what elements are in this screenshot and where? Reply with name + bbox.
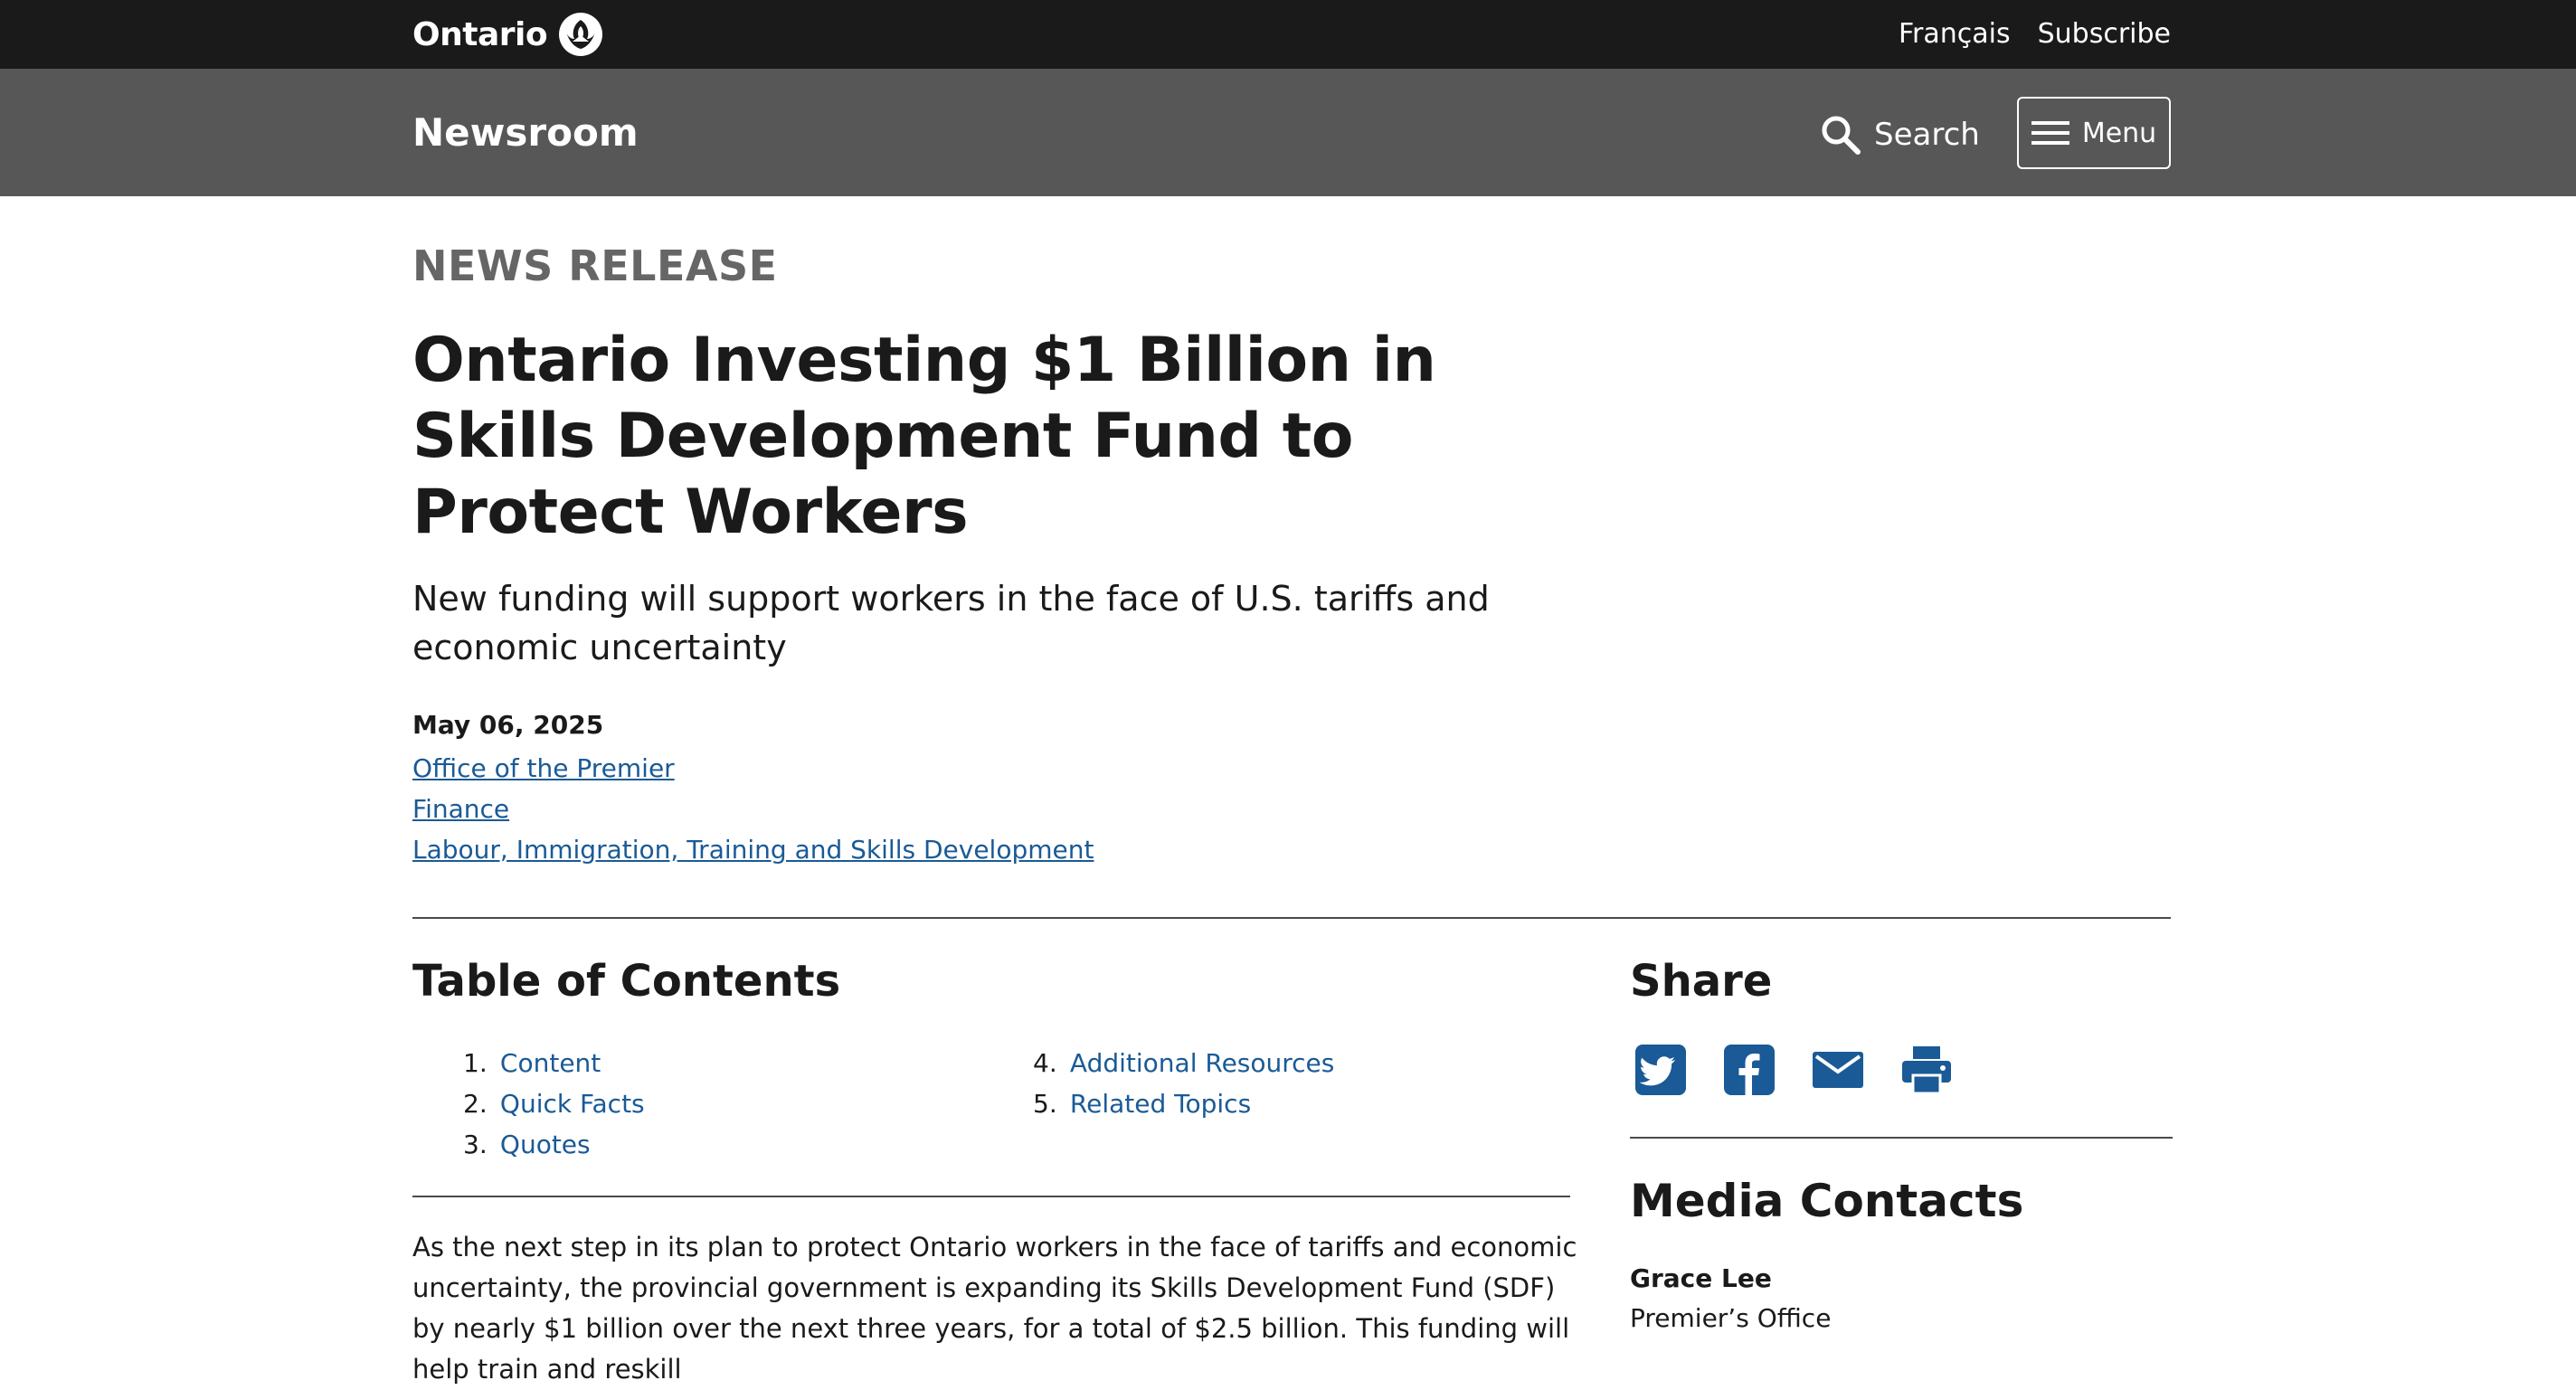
email-icon[interactable] xyxy=(1811,1043,1865,1097)
toc-heading: Table of Contents xyxy=(412,956,841,1007)
toc-item: 2. Quick Facts xyxy=(463,1083,645,1124)
contact-office: Premier’s Office xyxy=(1630,1303,1832,1333)
toc-number: 4. xyxy=(1033,1048,1057,1078)
search-label: Search xyxy=(1874,117,1980,153)
trillium-icon xyxy=(559,13,603,56)
toc-number: 5. xyxy=(1033,1089,1057,1119)
subscribe-link[interactable]: Subscribe xyxy=(2038,14,2171,54)
toc-number: 3. xyxy=(463,1130,488,1159)
newsroom-bar: Newsroom Search Menu xyxy=(0,69,2576,196)
toc-item: 5. Related Topics xyxy=(1033,1083,1334,1124)
article-body: As the next step in its plan to protect … xyxy=(412,1232,1577,1385)
media-contacts-heading: Media Contacts xyxy=(1630,1175,2024,1227)
hamburger-icon xyxy=(2031,121,2069,145)
newsroom-title[interactable]: Newsroom xyxy=(412,110,639,155)
toc-link-related-topics[interactable]: Related Topics xyxy=(1070,1089,1251,1119)
menu-label: Menu xyxy=(2081,117,2157,149)
search-button[interactable]: Search xyxy=(1820,110,1980,159)
toc-item: 1. Content xyxy=(463,1043,645,1083)
ministry-link-finance[interactable]: Finance xyxy=(412,789,1094,829)
contact-name: Grace Lee xyxy=(1630,1263,1772,1293)
page-title: Ontario Investing $1 Billion in Skills D… xyxy=(412,325,1436,548)
news-release-label: NEWS RELEASE xyxy=(412,241,778,290)
divider xyxy=(412,1196,1570,1197)
ministry-link-premier[interactable]: Office of the Premier xyxy=(412,748,1094,789)
print-icon[interactable] xyxy=(1899,1043,1954,1097)
page-subtitle: New funding will support workers in the … xyxy=(412,579,1490,667)
toc-link-additional-resources[interactable]: Additional Resources xyxy=(1070,1048,1334,1078)
share-heading: Share xyxy=(1630,956,1773,1007)
ministry-links: Office of the Premier Finance Labour, Im… xyxy=(412,748,1094,870)
toc-item: 4. Additional Resources xyxy=(1033,1043,1334,1083)
toc-number: 2. xyxy=(463,1089,488,1119)
ministry-link-labour[interactable]: Labour, Immigration, Training and Skills… xyxy=(412,829,1094,870)
toc-link-quick-facts[interactable]: Quick Facts xyxy=(500,1089,645,1119)
toc-list-right: 4. Additional Resources 5. Related Topic… xyxy=(1033,1043,1334,1124)
divider xyxy=(412,917,2171,919)
toc-item: 3. Quotes xyxy=(463,1124,645,1165)
search-icon xyxy=(1822,116,1861,155)
divider xyxy=(1630,1137,2173,1139)
toc-number: 1. xyxy=(463,1048,488,1078)
brand-text: Ontario xyxy=(412,15,548,53)
toc-link-content[interactable]: Content xyxy=(500,1048,601,1078)
share-buttons xyxy=(1634,1043,1954,1097)
menu-button[interactable]: Menu xyxy=(2017,97,2171,169)
twitter-icon[interactable] xyxy=(1634,1043,1688,1097)
top-bar: Ontario Français Subscribe xyxy=(0,0,2576,69)
facebook-icon[interactable] xyxy=(1722,1043,1776,1097)
release-date: May 06, 2025 xyxy=(412,710,604,740)
top-links: Français Subscribe xyxy=(1899,14,2171,54)
ontario-logo[interactable]: Ontario xyxy=(412,7,603,61)
toc-list-left: 1. Content 2. Quick Facts 3. Quotes xyxy=(463,1043,645,1165)
toc-link-quotes[interactable]: Quotes xyxy=(500,1130,591,1159)
language-toggle-link[interactable]: Français xyxy=(1899,14,2011,54)
